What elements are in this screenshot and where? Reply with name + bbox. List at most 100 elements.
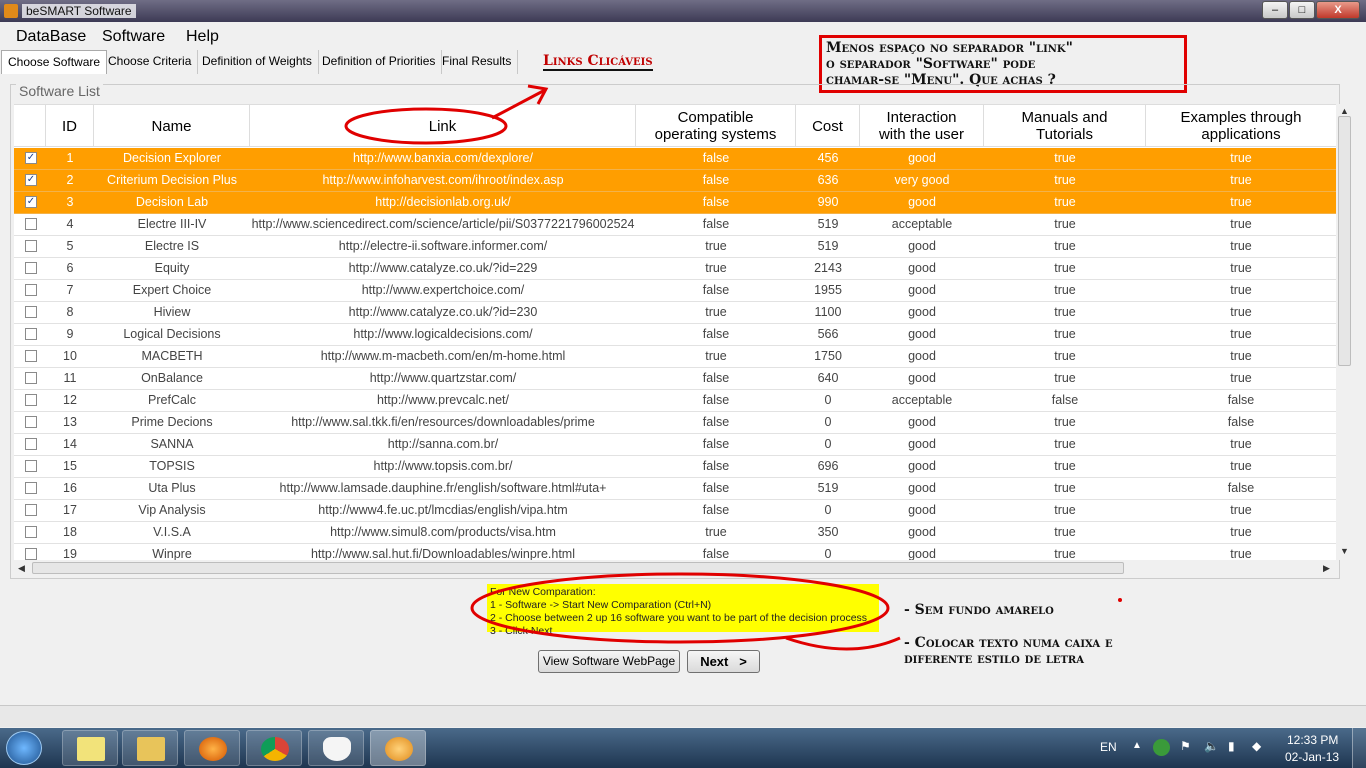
table-row[interactable]: 4 Electre III-IV http://www.sciencedirect.… — [14, 214, 1336, 236]
taskbar-sticky-notes[interactable] — [62, 730, 118, 766]
table-row[interactable]: 5 Electre IS http://electre-ii.software.in… — [14, 236, 1336, 258]
cell-link[interactable]: http://electre-ii.software.informer.com/ — [250, 236, 636, 257]
cell-link[interactable]: http://www.logicaldecisions.com/ — [250, 324, 636, 345]
tab-final-results[interactable]: Final Results — [436, 50, 519, 74]
show-desktop-button[interactable] — [1352, 728, 1366, 768]
minimize-button[interactable]: – — [1262, 1, 1288, 19]
table-row[interactable]: 6 Equity http://www.catalyze.co.uk/?id=229… — [14, 258, 1336, 280]
row-checkbox[interactable]: ✓ — [25, 174, 37, 186]
row-checkbox[interactable] — [25, 504, 37, 516]
table-row[interactable]: 8 Hiview http://www.catalyze.co.uk/?id=230… — [14, 302, 1336, 324]
row-checkbox[interactable] — [25, 438, 37, 450]
cell-link[interactable]: http://www.simul8.com/products/visa.htm — [250, 522, 636, 543]
cell-link[interactable]: http://www4.fe.uc.pt/lmcdias/english/vip… — [250, 500, 636, 521]
scroll-down-icon[interactable]: ▼ — [1340, 546, 1349, 556]
cell-link[interactable]: http://www.sal.tkk.fi/en/resources/downl… — [250, 412, 636, 433]
tab-choose-software[interactable]: Choose Software — [1, 50, 108, 74]
taskbar-firefox[interactable] — [184, 730, 240, 766]
table-row[interactable]: 13 Prime Decions http://www.sal.tkk.fi/en/… — [14, 412, 1336, 434]
table-row[interactable]: 7 Expert Choice http://www.expertchoice.co… — [14, 280, 1336, 302]
menu-software[interactable]: Software — [102, 28, 165, 46]
scroll-up-icon[interactable]: ▲ — [1340, 106, 1349, 116]
volume-icon[interactable]: 🔈 — [1204, 739, 1219, 753]
tab-definition-of-priorities[interactable]: Definition of Priorities — [316, 50, 443, 74]
cell-link[interactable]: http://www.banxia.com/dexplore/ — [250, 148, 636, 169]
header-link[interactable]: Link — [250, 105, 636, 147]
cell-link[interactable]: http://www.quartzstar.com/ — [250, 368, 636, 389]
row-checkbox[interactable] — [25, 548, 37, 560]
row-checkbox[interactable] — [25, 526, 37, 538]
row-checkbox[interactable] — [25, 240, 37, 252]
menu-help[interactable]: Help — [186, 28, 219, 46]
header-name[interactable]: Name — [94, 105, 250, 147]
header-id[interactable]: ID — [46, 105, 94, 147]
taskbar-besmart[interactable] — [370, 730, 426, 766]
cell-link[interactable]: http://www.sciencedirect.com/science/art… — [250, 214, 636, 235]
cell-link[interactable]: http://www.infoharvest.com/ihroot/index.… — [250, 170, 636, 191]
scroll-left-icon[interactable]: ◀ — [18, 563, 25, 574]
network-icon[interactable]: ▮ — [1228, 739, 1235, 753]
language-indicator[interactable]: EN — [1100, 740, 1117, 754]
header-compatible-os[interactable]: Compatible operating systems — [636, 105, 796, 147]
row-checkbox[interactable]: ✓ — [25, 196, 37, 208]
cell-link[interactable]: http://www.catalyze.co.uk/?id=230 — [250, 302, 636, 323]
maximize-button[interactable]: □ — [1289, 1, 1315, 19]
header-cost[interactable]: Cost — [796, 105, 860, 147]
row-checkbox[interactable] — [25, 372, 37, 384]
taskbar-explorer[interactable] — [122, 730, 178, 766]
row-checkbox[interactable] — [25, 328, 37, 340]
row-checkbox[interactable] — [25, 350, 37, 362]
cell-link[interactable]: http://www.catalyze.co.uk/?id=229 — [250, 258, 636, 279]
software-table[interactable]: ID Name Link Compatible operating system… — [14, 104, 1336, 560]
taskbar-fox-app[interactable] — [308, 730, 364, 766]
tab-choose-criteria[interactable]: Choose Criteria — [102, 50, 199, 74]
cell-link[interactable]: http://www.topsis.com.br/ — [250, 456, 636, 477]
header-examples[interactable]: Examples through applications — [1146, 105, 1336, 147]
table-row[interactable]: ✓ 2 Criterium Decision Plus http://www.info… — [14, 170, 1336, 192]
row-checkbox[interactable] — [25, 284, 37, 296]
row-checkbox[interactable] — [25, 482, 37, 494]
table-row[interactable]: 10 MACBETH http://www.m-macbeth.com/en/m-h… — [14, 346, 1336, 368]
table-row[interactable]: 14 SANNA http://sanna.com.br/false 0 good tru… — [14, 434, 1336, 456]
horizontal-scroll-thumb[interactable] — [32, 562, 1124, 574]
clock-time[interactable]: 12:33 PM — [1287, 733, 1338, 747]
next-button[interactable]: Next > — [687, 650, 760, 673]
flag-icon[interactable]: ⚑ — [1180, 739, 1191, 753]
cell-link[interactable]: http://www.sal.hut.fi/Downloadables/winp… — [250, 544, 636, 560]
taskbar-chrome[interactable] — [246, 730, 302, 766]
clock-date[interactable]: 02-Jan-13 — [1285, 750, 1339, 764]
cell-link[interactable]: http://sanna.com.br/ — [250, 434, 636, 455]
tab-definition-of-weights[interactable]: Definition of Weights — [196, 50, 319, 74]
windows-start-icon[interactable] — [6, 731, 42, 765]
row-checkbox[interactable] — [25, 262, 37, 274]
table-row[interactable]: ✓ 1 Decision Explorer http://www.banxia.com… — [14, 148, 1336, 170]
table-row[interactable]: 16 Uta Plus http://www.lamsade.dauphine.fr… — [14, 478, 1336, 500]
header-manuals[interactable]: Manuals and Tutorials — [984, 105, 1146, 147]
show-hidden-icons-icon[interactable]: ▲ — [1132, 740, 1142, 751]
table-row[interactable]: 11 OnBalance http://www.quartzstar.com/fal… — [14, 368, 1336, 390]
row-checkbox[interactable]: ✓ — [25, 152, 37, 164]
row-checkbox[interactable] — [25, 218, 37, 230]
table-row[interactable]: 15 TOPSIS http://www.topsis.com.br/false 69… — [14, 456, 1336, 478]
row-checkbox[interactable] — [25, 460, 37, 472]
table-row[interactable]: ✓ 3 Decision Lab http://decisionlab.org.uk/… — [14, 192, 1336, 214]
cell-link[interactable]: http://www.lamsade.dauphine.fr/english/s… — [250, 478, 636, 499]
utorrent-icon[interactable] — [1153, 739, 1170, 756]
header-interaction[interactable]: Interaction with the user — [860, 105, 984, 147]
row-checkbox[interactable] — [25, 394, 37, 406]
view-software-webpage-button[interactable]: View Software WebPage — [538, 650, 680, 673]
cell-link[interactable]: http://www.prevcalc.net/ — [250, 390, 636, 411]
cell-link[interactable]: http://www.m-macbeth.com/en/m-home.html — [250, 346, 636, 367]
table-row[interactable]: 9 Logical Decisions http://www.logicaldeci… — [14, 324, 1336, 346]
cell-link[interactable]: http://www.expertchoice.com/ — [250, 280, 636, 301]
scroll-right-icon[interactable]: ▶ — [1323, 563, 1330, 574]
vertical-scroll-thumb[interactable] — [1338, 116, 1351, 366]
menu-database[interactable]: DataBase — [16, 28, 86, 46]
close-button[interactable]: X — [1316, 1, 1360, 19]
table-row[interactable]: 19 Winpre http://www.sal.hut.fi/Downloadab… — [14, 544, 1336, 560]
dropbox-icon[interactable]: ◆ — [1252, 739, 1261, 753]
cell-link[interactable]: http://decisionlab.org.uk/ — [250, 192, 636, 213]
table-row[interactable]: 12 PrefCalc http://www.prevcalc.net/false 0… — [14, 390, 1336, 412]
table-row[interactable]: 18 V.I.S.A http://www.simul8.com/products/… — [14, 522, 1336, 544]
table-row[interactable]: 17 Vip Analysis http://www4.fe.uc.pt/lmcdi… — [14, 500, 1336, 522]
